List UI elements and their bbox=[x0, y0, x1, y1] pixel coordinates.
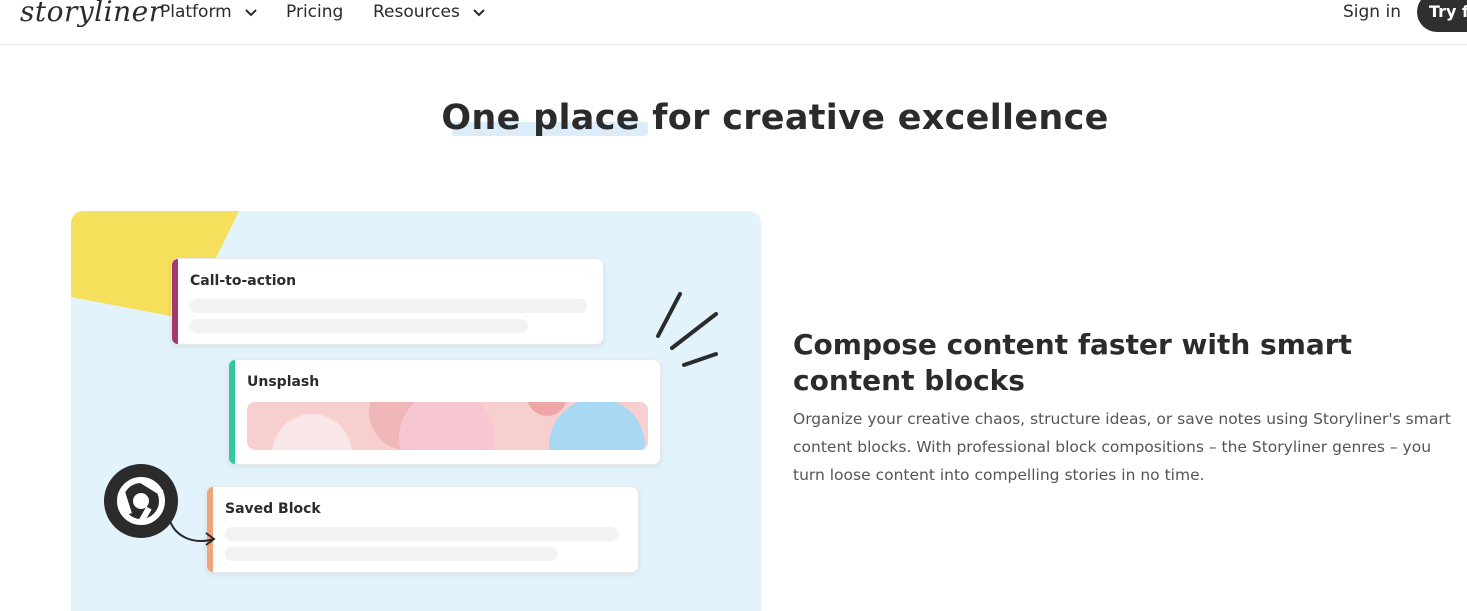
card-accent-bar bbox=[229, 360, 235, 464]
card-title: Call-to-action bbox=[190, 273, 297, 289]
card-accent-bar bbox=[172, 259, 178, 344]
nav-pricing-label: Pricing bbox=[286, 2, 344, 22]
text-placeholder bbox=[225, 547, 558, 561]
arrow-icon bbox=[169, 520, 216, 546]
try-free-button[interactable]: Try fo bbox=[1417, 0, 1467, 32]
feature-illustration: Call-to-action Unsplash Saved Block bbox=[71, 211, 761, 611]
sparkle-lines-decoration bbox=[656, 292, 718, 367]
storyliner-logo[interactable]: storyliner bbox=[20, 0, 163, 32]
text-placeholder bbox=[225, 527, 618, 541]
card-title: Saved Block bbox=[225, 501, 321, 517]
nav-platform-label: Platform bbox=[160, 2, 232, 22]
feature-description: Organize your creative chaos, structure … bbox=[793, 410, 1451, 484]
nav-pricing[interactable]: Pricing bbox=[286, 0, 343, 24]
feature-heading: Compose content faster with smart conten… bbox=[793, 328, 1352, 397]
chevron-down-icon bbox=[245, 0, 257, 24]
nav-platform[interactable]: Platform bbox=[160, 0, 257, 24]
top-nav-bar: storyliner Platform Pricing Resources Si… bbox=[0, 0, 1467, 45]
call-to-action-card: Call-to-action bbox=[171, 258, 604, 345]
unsplash-card: Unsplash bbox=[228, 359, 661, 465]
chevron-down-icon bbox=[473, 0, 485, 24]
nav-resources-label: Resources bbox=[373, 2, 460, 22]
saved-block-card: Saved Block bbox=[206, 486, 639, 573]
nav-resources[interactable]: Resources bbox=[373, 0, 485, 24]
unsplash-image-thumbnail bbox=[247, 402, 648, 450]
card-title: Unsplash bbox=[247, 374, 320, 390]
text-placeholder bbox=[190, 319, 528, 333]
text-placeholder bbox=[190, 299, 587, 313]
page-title: One place for creative excellence bbox=[441, 98, 1109, 138]
sign-in-link[interactable]: Sign in bbox=[1343, 0, 1401, 24]
